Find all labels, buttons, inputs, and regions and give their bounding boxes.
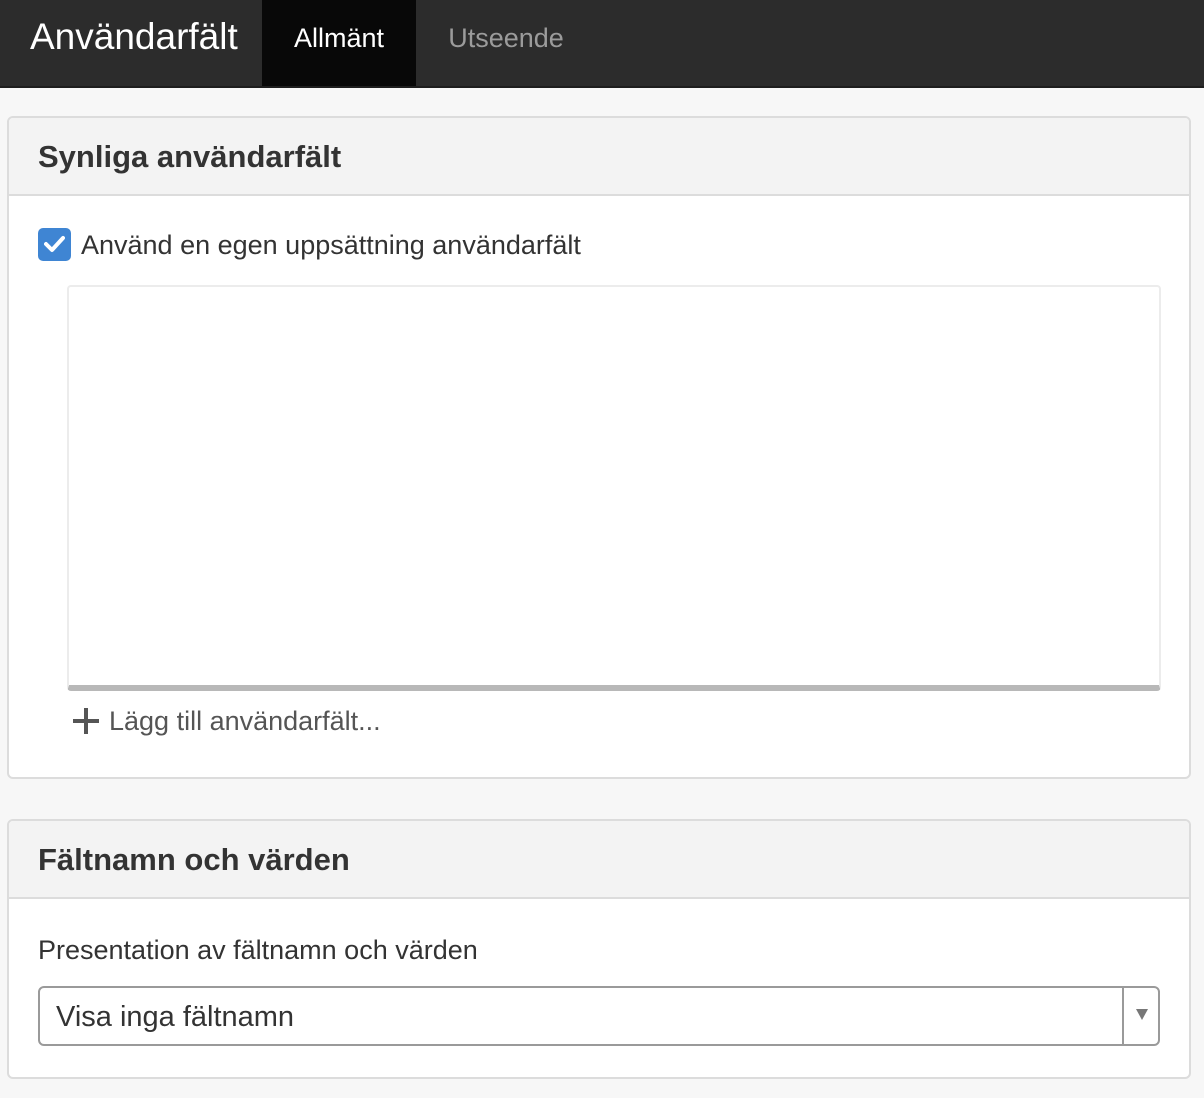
- user-field-list[interactable]: [67, 285, 1161, 691]
- custom-fields-checkbox[interactable]: [38, 228, 71, 261]
- panel-header: Synliga användarfält: [9, 118, 1189, 196]
- select-value: Visa inga fältnamn: [56, 1001, 295, 1033]
- add-user-field-link[interactable]: Lägg till användarfält...: [73, 703, 381, 739]
- presentation-select[interactable]: Visa inga fältnamn: [38, 986, 1160, 1046]
- panel-title: Synliga användarfält: [38, 139, 342, 174]
- chevron-down-icon[interactable]: [1136, 1009, 1148, 1020]
- add-link-label: Lägg till användarfält...: [109, 706, 381, 736]
- field-names-values-panel: Fältnamn och värden Presentation av fält…: [7, 819, 1191, 1079]
- top-bar: Användarfält Allmänt Utseende: [0, 0, 1204, 88]
- visible-fields-panel: Synliga användarfält Använd en egen upps…: [7, 116, 1191, 779]
- select-label: Presentation av fältnamn och värden: [38, 935, 478, 965]
- panel-title: Fältnamn och värden: [38, 842, 350, 877]
- checkmark-icon: [44, 236, 65, 252]
- tab-appearance[interactable]: Utseende: [430, 0, 582, 86]
- tab-general[interactable]: Allmänt: [262, 0, 416, 86]
- checkbox-label[interactable]: Använd en egen uppsättning användarfält: [81, 228, 581, 262]
- panel-header: Fältnamn och värden: [9, 821, 1189, 899]
- app-title: Användarfält: [30, 16, 238, 57]
- plus-icon: [73, 708, 99, 734]
- select-divider: [1122, 988, 1124, 1044]
